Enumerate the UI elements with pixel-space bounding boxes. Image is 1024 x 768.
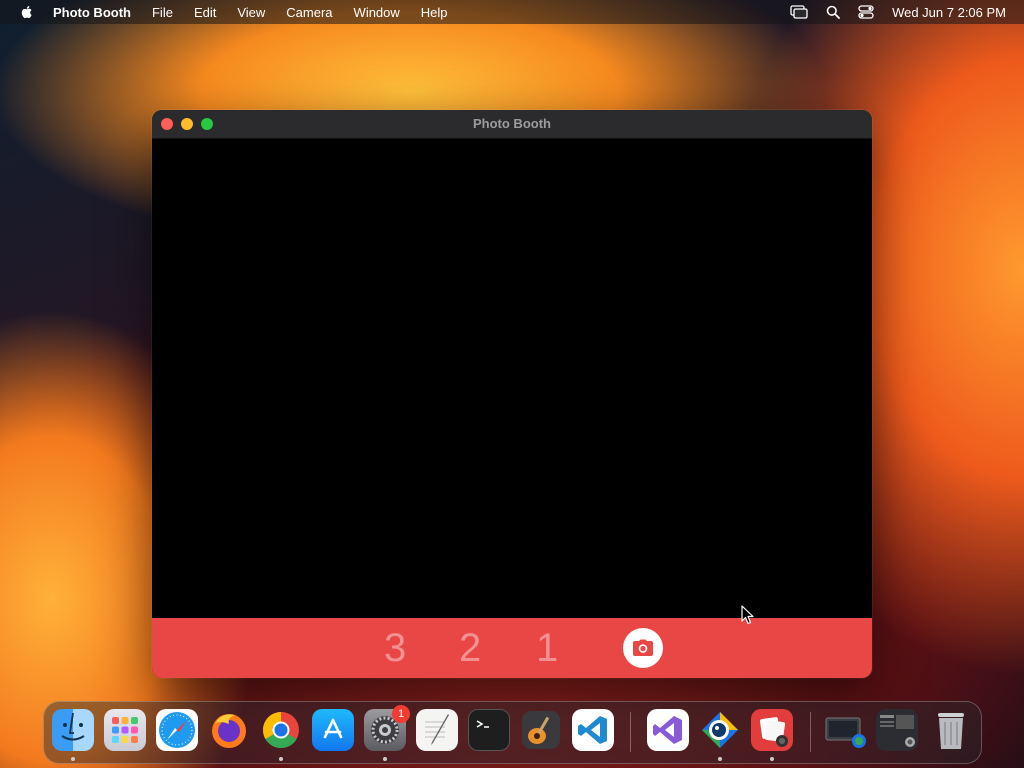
menu-view[interactable]: View <box>237 5 265 20</box>
control-bar: 3 2 1 <box>152 618 872 678</box>
countdown-3: 3 <box>384 626 407 670</box>
spotlight-search-icon[interactable] <box>826 5 840 19</box>
mouse-cursor-icon <box>741 605 754 625</box>
terminal-icon <box>476 720 489 728</box>
countdown-1: 1 <box>536 626 559 670</box>
running-indicator <box>71 757 75 761</box>
camera-icon <box>633 639 653 656</box>
dock-recent-window[interactable] <box>876 709 918 751</box>
dock: 1 <box>43 701 982 764</box>
finder-icon <box>61 712 85 741</box>
chrome-icon <box>262 712 299 749</box>
photo-booth-icon <box>759 717 788 747</box>
dock-app-store[interactable] <box>312 709 354 751</box>
dock-trash[interactable] <box>930 709 972 751</box>
dock-separator <box>630 712 631 752</box>
trash-icon <box>938 713 964 749</box>
menu-bar-extras: Wed Jun 7 2:06 PM <box>772 0 1006 24</box>
notification-badge: 1 <box>392 705 410 723</box>
dock-terminal[interactable] <box>468 709 510 751</box>
launchpad-icon <box>112 717 138 743</box>
menu-window[interactable]: Window <box>354 5 400 20</box>
running-indicator <box>718 757 722 761</box>
eye-app-icon <box>702 712 738 748</box>
apple-menu-icon[interactable] <box>19 4 35 20</box>
textedit-icon <box>425 714 449 745</box>
visual-studio-icon <box>653 716 682 744</box>
dock-garageband[interactable] <box>520 709 562 751</box>
countdown-2: 2 <box>459 626 482 670</box>
photo-booth-window: Photo Booth 3 2 1 <box>152 110 872 678</box>
dock-firefox[interactable] <box>208 709 250 751</box>
app-store-icon <box>323 718 343 739</box>
dock-visual-studio[interactable] <box>647 709 689 751</box>
menu-help[interactable]: Help <box>421 5 448 20</box>
vscode-icon <box>578 716 607 744</box>
dock-separator <box>810 712 811 752</box>
window-title: Photo Booth <box>473 116 551 131</box>
screen-mirroring-icon[interactable] <box>790 5 808 19</box>
menu-bar: Photo Booth File Edit View Camera Window… <box>0 0 1024 24</box>
safari-icon <box>159 712 195 748</box>
take-photo-button[interactable] <box>623 628 663 668</box>
dock-chrome-remote[interactable] <box>699 709 741 751</box>
dock-chrome[interactable] <box>260 709 302 751</box>
camera-preview <box>152 139 872 618</box>
window-thumbnail-icon <box>878 712 916 748</box>
dock-launchpad[interactable] <box>104 709 146 751</box>
window-titlebar[interactable]: Photo Booth <box>152 110 872 139</box>
dock-vscode[interactable] <box>572 709 614 751</box>
menu-bar-clock[interactable]: Wed Jun 7 2:06 PM <box>892 5 1006 20</box>
dock-screen-capture[interactable] <box>824 709 866 751</box>
firefox-icon <box>212 714 246 748</box>
menu-camera[interactable]: Camera <box>286 5 332 20</box>
dock-textedit[interactable] <box>416 709 458 751</box>
dock-safari[interactable] <box>156 709 198 751</box>
monitor-icon <box>825 717 866 748</box>
running-indicator <box>770 757 774 761</box>
running-indicator <box>383 757 387 761</box>
running-indicator <box>279 757 283 761</box>
guitar-icon <box>522 711 560 749</box>
menu-file[interactable]: File <box>152 5 173 20</box>
menu-app-name[interactable]: Photo Booth <box>53 5 131 20</box>
control-center-icon[interactable] <box>858 5 874 19</box>
dock-photo-booth[interactable] <box>751 709 793 751</box>
menu-edit[interactable]: Edit <box>194 5 216 20</box>
dock-finder[interactable] <box>52 709 94 751</box>
